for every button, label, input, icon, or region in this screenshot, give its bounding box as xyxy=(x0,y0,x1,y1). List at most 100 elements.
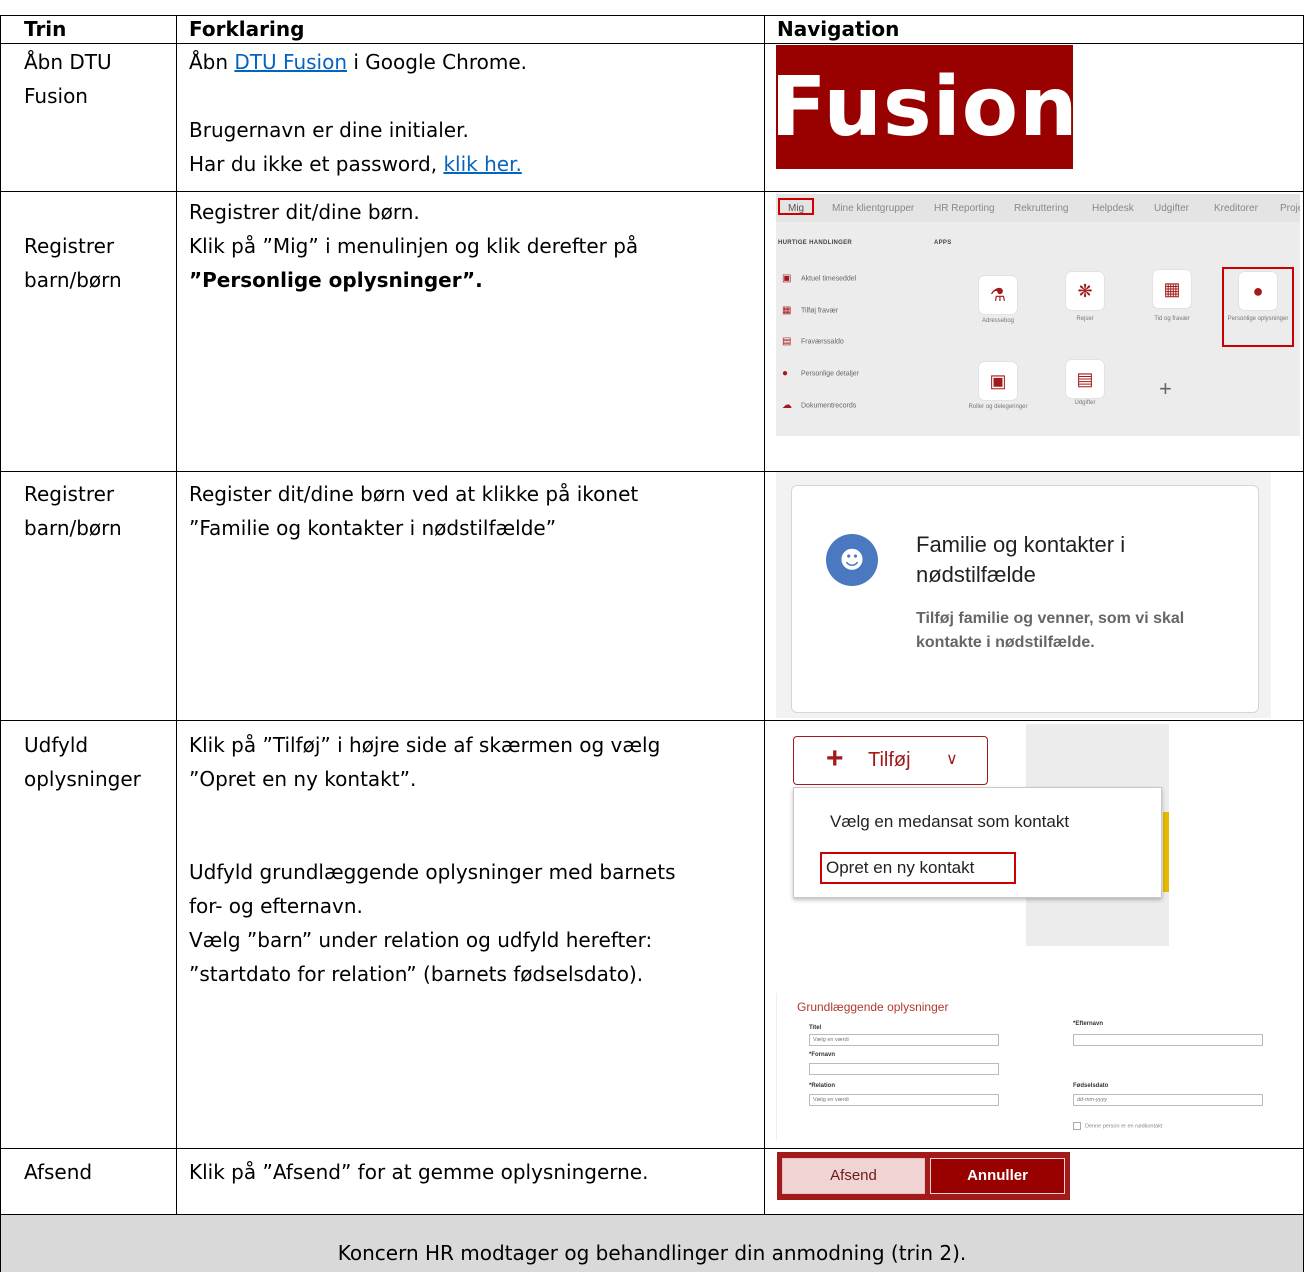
row2-trin: Registrer barn/børn xyxy=(24,229,122,297)
menu-tab-klientgrupper[interactable]: Mine klientgrupper xyxy=(832,203,914,214)
row1-explain-line1: Åbn DTU Fusion i Google Chrome. xyxy=(189,50,527,74)
menu-tab-proje[interactable]: Proje xyxy=(1280,203,1300,214)
personlige-oplysninger-highlight xyxy=(1222,267,1294,347)
form-screenshot: Grundlæggende oplysninger Titel Vælg en … xyxy=(776,993,1301,1141)
grid-line xyxy=(0,1214,1304,1215)
afsend-button[interactable]: Afsend xyxy=(782,1158,925,1194)
option-select-colleague[interactable]: Vælg en medansat som kontakt xyxy=(830,812,1069,832)
row1-explain: Åbn DTU Fusion i Google Chrome. Brugerna… xyxy=(189,45,527,181)
grid-line xyxy=(0,15,1304,16)
menu-tab-kreditorer[interactable]: Kreditorer xyxy=(1214,203,1258,214)
quick-item[interactable]: ▣ Aktuel timeseddel xyxy=(782,273,856,284)
tilfoj-button[interactable]: + Tilføj ∨ xyxy=(793,736,988,785)
grid-line xyxy=(0,191,1304,192)
mig-highlight xyxy=(778,198,814,215)
password-link[interactable]: klik her. xyxy=(443,152,521,176)
menu-tab-rekruttering[interactable]: Rekruttering xyxy=(1014,203,1068,214)
plus-icon[interactable]: + xyxy=(1159,376,1172,402)
footer-text: Koncern HR modtager og behandlinger din … xyxy=(337,1241,967,1265)
row1-trin: Åbn DTU Fusion xyxy=(24,45,112,113)
row2-explain-line3: ”Personlige oplysninger”. xyxy=(189,268,483,292)
chevron-down-icon: ∨ xyxy=(946,751,958,768)
grid-line xyxy=(0,15,1,1272)
row3-trin-line1: Registrer xyxy=(24,482,115,506)
timesheet-icon: ▣ xyxy=(782,273,792,284)
row5-trin-line1: Afsend xyxy=(24,1160,93,1184)
row2-explain: Registrer dit/dine børn. Klik på ”Mig” i… xyxy=(189,195,638,297)
menu-tab-udgifter[interactable]: Udgifter xyxy=(1154,203,1189,214)
family-screenshot: ☻ Familie og kontakter i nødstilfælde Ti… xyxy=(776,472,1271,718)
annuller-button[interactable]: Annuller xyxy=(930,1158,1065,1194)
menu-bar: Mig Mine klientgrupper HR Reporting Rekr… xyxy=(776,194,1300,222)
row2-trin-line2: barn/børn xyxy=(24,268,122,292)
footer: Koncern HR modtager og behandlinger din … xyxy=(0,1215,1304,1272)
compass-icon[interactable]: ❋ xyxy=(1066,272,1104,310)
yellow-accent xyxy=(1163,812,1169,892)
time-absence-icon[interactable]: ▦ xyxy=(1153,270,1191,308)
quick-item[interactable]: ☁ Dokumentrecords xyxy=(782,400,856,411)
menu-tab-helpdesk[interactable]: Helpdesk xyxy=(1092,203,1134,214)
option-new-contact[interactable]: Opret en ny kontakt xyxy=(820,852,1016,884)
buttons-screenshot: Afsend Annuller xyxy=(777,1152,1070,1200)
family-desc: Tilføj familie og venner, som vi skal ko… xyxy=(916,610,1185,651)
relation-select[interactable]: Vælg en værdi xyxy=(809,1094,999,1106)
tilfoj-label: Tilføj xyxy=(868,749,911,771)
row2-explain-line1: Registrer dit/dine børn. xyxy=(189,200,420,224)
efternavn-label: *Efternavn xyxy=(1073,1021,1104,1027)
row3-trin: Registrer barn/børn xyxy=(24,477,122,545)
row4-trin-line1: Udfyld xyxy=(24,733,89,757)
quick-item[interactable]: ● Personlige detaljer xyxy=(782,368,859,379)
row3-explain-line1: Register dit/dine børn ved at klikke på … xyxy=(189,482,639,506)
row4-explain-line3: Udfyld grundlæggende oplysninger med bar… xyxy=(189,860,676,884)
emergency-checkbox[interactable]: Denne person er en nødkontakt xyxy=(1073,1122,1162,1130)
row4-trin: Udfyld oplysninger xyxy=(24,728,141,796)
wallet-icon[interactable]: ▤ xyxy=(1066,360,1104,398)
checkbox-box xyxy=(1073,1122,1081,1130)
guide-table: Trin Forklaring Navigation Åbn DTU Fusio… xyxy=(0,0,1304,1272)
row2-explain-line2: Klik på ”Mig” i menulinjen og klik deref… xyxy=(189,234,639,258)
menu-screenshot: Mig Mine klientgrupper HR Reporting Rekr… xyxy=(776,194,1300,436)
quick-item[interactable]: ▤ Fraværssaldo xyxy=(782,336,844,347)
fodselsdato-input[interactable]: dd-mm-yyyy xyxy=(1073,1094,1263,1106)
fornavn-label: *Fornavn xyxy=(809,1052,836,1058)
row5-trin: Afsend xyxy=(24,1155,92,1189)
row1-explain-line3: Har du ikke et password, klik her. xyxy=(189,152,522,176)
header-trin: Trin xyxy=(24,17,67,41)
header-navigation: Navigation xyxy=(777,17,900,41)
row4-explain-b: Udfyld grundlæggende oplysninger med bar… xyxy=(189,855,676,991)
fornavn-input[interactable] xyxy=(809,1063,999,1075)
header-forklaring: Forklaring xyxy=(189,17,305,41)
relation-label: *Relation xyxy=(809,1083,836,1089)
tilfoj-screenshot: + Tilføj ∨ Vælg en medansat som kontakt … xyxy=(776,724,1169,946)
grid-line xyxy=(764,15,765,1214)
grid-line xyxy=(0,471,1304,472)
app-label: Rejser xyxy=(1076,316,1094,322)
roles-icon[interactable]: ▣ xyxy=(979,362,1017,400)
titel-label: Titel xyxy=(809,1025,822,1031)
calculator-icon: ▤ xyxy=(782,336,792,347)
efternavn-input[interactable] xyxy=(1073,1034,1263,1046)
row1-explain-line2: Brugernavn er dine initialer. xyxy=(189,118,469,142)
row4-explain-line4: for- og efternavn. xyxy=(189,894,363,918)
header-row: Trin Forklaring Navigation xyxy=(0,15,1304,43)
address-book-icon[interactable]: ⚗ xyxy=(979,276,1017,314)
row3-trin-line2: barn/børn xyxy=(24,516,122,540)
menu-tab-hr-reporting[interactable]: HR Reporting xyxy=(934,203,995,214)
grid-line xyxy=(0,1148,1304,1149)
row4-explain-line1: Klik på ”Tilføj” i højre side af skærmen… xyxy=(189,733,661,757)
family-title: Familie og kontakter i nødstilfælde xyxy=(916,532,1126,587)
person-icon: ● xyxy=(782,368,789,379)
dtu-fusion-link[interactable]: DTU Fusion xyxy=(234,50,347,74)
app-label: Adressebog xyxy=(981,318,1015,324)
app-label: Udgifter xyxy=(1074,400,1096,406)
family-card[interactable]: ☻ Familie og kontakter i nødstilfælde Ti… xyxy=(791,485,1259,713)
row3-explain: Register dit/dine børn ved at klikke på … xyxy=(189,477,638,545)
row3-explain-line2: ”Familie og kontakter i nødstilfælde” xyxy=(189,516,557,540)
grid-line xyxy=(0,720,1304,721)
app-label: Tid og fravær xyxy=(1154,316,1190,322)
fusion-logo: Fusion xyxy=(771,45,1077,169)
titel-select[interactable]: Vælg en værdi xyxy=(809,1034,999,1046)
cloud-icon: ☁ xyxy=(782,400,792,411)
form-title: Grundlæggende oplysninger xyxy=(797,1000,949,1014)
quick-item[interactable]: ▦ Tilføj fravær xyxy=(782,306,838,316)
